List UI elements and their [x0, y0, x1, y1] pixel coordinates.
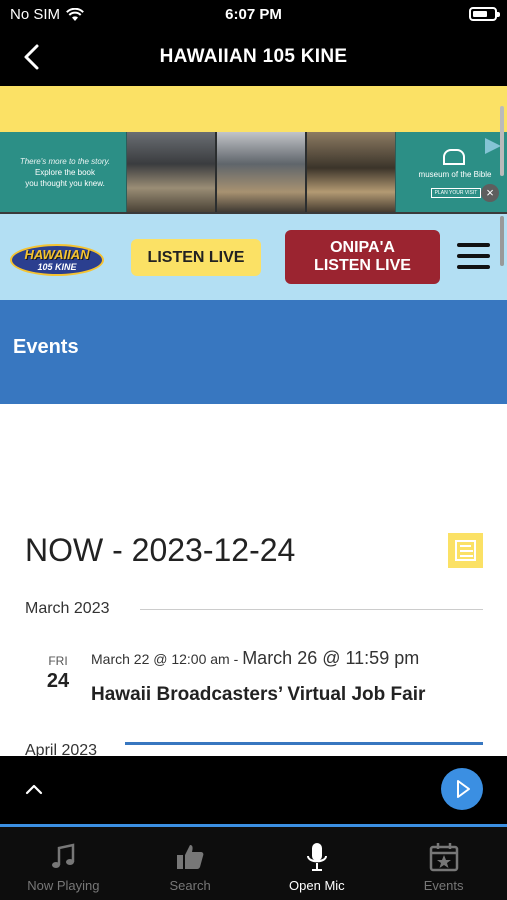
- scrollbar[interactable]: [500, 216, 504, 266]
- event-separator: -: [229, 651, 243, 667]
- date-range-title: NOW - 2023-12-24: [25, 532, 296, 568]
- events-banner: Events: [0, 300, 507, 404]
- event-day-number: 24: [46, 670, 70, 692]
- ad-brand-panel: museum of the Bible PLAN YOUR VISIT ×: [395, 132, 507, 212]
- museum-logo-icon: [443, 149, 465, 165]
- onipaa-line1: ONIPA'A: [330, 239, 395, 256]
- ad-choices-icon[interactable]: [485, 138, 501, 154]
- event-title-link[interactable]: Hawaii Broadcasters’ Virtual Job Fair: [91, 684, 425, 706]
- tab-search[interactable]: Search: [127, 827, 254, 900]
- ad-copy: There's more to the story. Explore the b…: [6, 156, 124, 189]
- tab-bar: Now Playing Search Open Mic Events: [0, 827, 507, 900]
- logo-sub: 105 KINE: [37, 262, 77, 272]
- tab-label: Search: [169, 878, 211, 893]
- calendar-star-icon: [429, 843, 458, 872]
- tab-label: Now Playing: [27, 878, 100, 893]
- ad-tagline: There's more to the story.: [19, 157, 111, 166]
- play-icon: [457, 780, 470, 798]
- ad-brand: museum of the Bible: [418, 170, 492, 179]
- event-end: March 26 @ 11:59 pm: [242, 648, 420, 668]
- nav-bar: HAWAIIAN 105 KINE: [0, 30, 507, 86]
- onipaa-line2: LISTEN LIVE: [314, 257, 411, 274]
- web-content[interactable]: There's more to the story. Explore the b…: [0, 86, 507, 756]
- tab-label: Open Mic: [289, 878, 345, 893]
- thumbs-up-icon: [177, 845, 204, 869]
- month-label: April 2023: [25, 742, 98, 756]
- month-label: March 2023: [25, 600, 110, 617]
- yellow-strip: [0, 86, 507, 132]
- list-view-icon[interactable]: [448, 533, 483, 568]
- event-start: March 22 @ 12:00 am: [91, 651, 230, 667]
- site-header: HAWAIIAN 105 KINE LISTEN LIVE ONIPA'A LI…: [0, 212, 507, 300]
- nav-title: HAWAIIAN 105 KINE: [159, 46, 348, 67]
- ad-photos: [127, 132, 395, 212]
- month-separator: March 2023: [25, 600, 483, 620]
- listen-live-button[interactable]: LISTEN LIVE: [131, 239, 261, 276]
- divider: [125, 742, 483, 745]
- tab-events[interactable]: Events: [380, 827, 507, 900]
- status-time: 6:07 PM: [225, 6, 282, 23]
- status-bar: No SIM 6:07 PM: [0, 0, 507, 30]
- microphone-icon: [306, 843, 327, 871]
- chevron-up-icon[interactable]: [22, 778, 46, 802]
- ad-banner[interactable]: There's more to the story. Explore the b…: [0, 132, 507, 212]
- ad-close-button[interactable]: ×: [481, 184, 499, 202]
- play-button[interactable]: [441, 768, 483, 810]
- event-date-badge: FRI 24: [45, 654, 71, 693]
- tab-now-playing[interactable]: Now Playing: [0, 827, 127, 900]
- ad-line1: Explore the book: [34, 168, 96, 177]
- month-separator: April 2023: [25, 742, 483, 756]
- tab-label: Events: [423, 878, 464, 893]
- banner-title: Events: [13, 336, 79, 358]
- logo-text: HAWAIIAN: [24, 247, 90, 262]
- ad-photo: [307, 132, 395, 212]
- scrollbar[interactable]: [500, 106, 504, 176]
- mini-player: [0, 756, 507, 824]
- onipaa-listen-live-button[interactable]: ONIPA'A LISTEN LIVE: [285, 230, 440, 284]
- music-note-icon: [52, 843, 75, 868]
- ad-photo: [217, 132, 305, 212]
- event-weekday: FRI: [48, 654, 68, 668]
- event-time: March 22 @ 12:00 am - March 26 @ 11:59 p…: [91, 648, 419, 669]
- ad-cta-button[interactable]: PLAN YOUR VISIT: [431, 188, 481, 198]
- battery-icon: [469, 7, 500, 21]
- ad-line2: you thought you knew.: [25, 179, 105, 188]
- tab-open-mic[interactable]: Open Mic: [254, 827, 381, 900]
- divider: [140, 609, 483, 610]
- menu-icon[interactable]: [457, 243, 490, 271]
- ad-photo: [127, 132, 215, 212]
- station-logo[interactable]: HAWAIIAN 105 KINE: [10, 244, 104, 276]
